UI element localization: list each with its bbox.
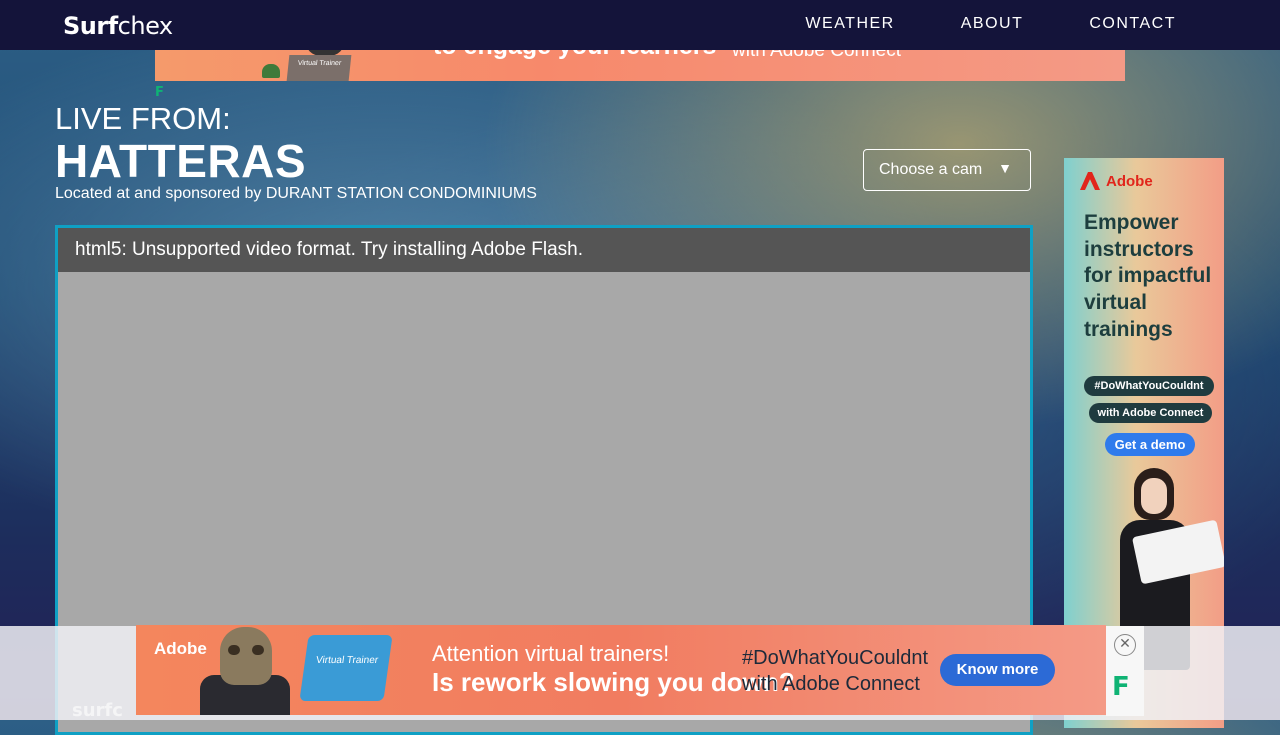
- chevron-down-icon: ▼: [998, 160, 1012, 176]
- freestar-icon[interactable]: F: [155, 85, 164, 100]
- side-ad-brand-label: Adobe: [1106, 172, 1153, 190]
- cam-select-dropdown[interactable]: Choose a cam ▼: [863, 149, 1031, 191]
- footer-logo: surfc: [72, 700, 123, 721]
- bottom-ad-line2: Is rework slowing you down?: [432, 667, 795, 697]
- nav-link-about[interactable]: ABOUT: [961, 15, 1024, 33]
- top-navbar: Surfchex WEATHER ABOUT CONTACT: [0, 0, 1280, 50]
- side-ad-pill-hashtag: #DoWhatYouCouldnt: [1084, 376, 1214, 396]
- adobe-logo-icon: [1080, 172, 1100, 190]
- ad-laptop: Virtual Trainer: [286, 55, 352, 81]
- ad-laptop: Virtual Trainer: [299, 635, 393, 701]
- bottom-ad-brand: Adobe: [154, 639, 207, 658]
- close-icon[interactable]: ✕: [1114, 634, 1136, 656]
- get-demo-button[interactable]: Get a demo: [1105, 433, 1195, 456]
- site-logo[interactable]: Surfchex: [63, 12, 173, 40]
- live-from-label: LIVE FROM:: [55, 101, 231, 136]
- nav-link-weather[interactable]: WEATHER: [805, 15, 894, 33]
- side-ad-brand: Adobe: [1080, 172, 1153, 190]
- bottom-ad-laptop-label: Virtual Trainer: [315, 655, 379, 666]
- freestar-icon[interactable]: F: [1112, 672, 1130, 702]
- sponsor-text: Located at and sponsored by DURANT STATI…: [55, 185, 537, 202]
- bottom-ad-line3: #DoWhatYouCouldnt: [742, 647, 929, 669]
- nav-link-contact[interactable]: CONTACT: [1089, 15, 1176, 33]
- nav-links: WEATHER ABOUT CONTACT: [805, 15, 1176, 33]
- logo-light: chex: [117, 12, 173, 40]
- bottom-ad-banner[interactable]: Adobe Virtual Trainer Attention virtual …: [136, 625, 1106, 715]
- side-ad-headline: Empower instructors for impactful virtua…: [1084, 211, 1212, 341]
- side-ad-pill-connect: with Adobe Connect: [1089, 403, 1212, 423]
- ad-plant: [262, 64, 280, 78]
- location-title: HATTERAS: [55, 135, 307, 187]
- bottom-ad-line4: with Adobe Connect: [742, 673, 920, 695]
- cam-select-label: Choose a cam: [879, 161, 983, 178]
- player-error-message: html5: Unsupported video format. Try ins…: [58, 228, 1030, 272]
- bottom-ad-line1: Attention virtual trainers!: [432, 641, 670, 666]
- logo-bold: Surf: [63, 12, 118, 40]
- ad-sloth-image: [220, 627, 272, 685]
- ad-laptop-label: Virtual Trainer: [297, 60, 342, 67]
- ad-controls: ✕ F: [1106, 626, 1144, 716]
- know-more-button[interactable]: Know more: [940, 654, 1055, 686]
